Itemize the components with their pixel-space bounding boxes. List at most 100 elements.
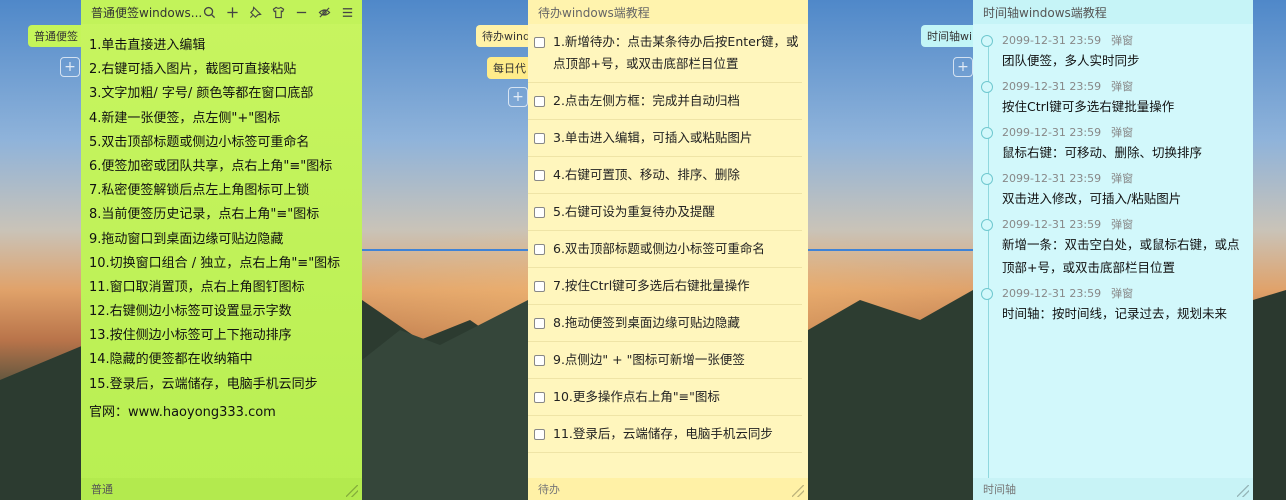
note-line: 1.单击直接进入编辑 bbox=[89, 38, 206, 53]
todo-item[interactable]: 8.拖动便签到桌面边缘可贴边隐藏 bbox=[528, 305, 802, 342]
entry-tag: 弹窗 bbox=[1111, 126, 1134, 139]
todo-text[interactable]: 2.点击左侧方框：完成并自动归档 bbox=[545, 83, 740, 119]
add-note-icon[interactable]: + bbox=[60, 57, 80, 77]
todo-text[interactable]: 8.拖动便签到桌面边缘可贴边隐藏 bbox=[545, 305, 740, 341]
timeline-entry[interactable]: 2099-12-31 23:59 弹窗 按住Ctrl键可多选右键批量操作 bbox=[981, 78, 1243, 118]
timeline-entry[interactable]: 2099-12-31 23:59 弹窗 双击进入修改，可插入/粘贴图片 bbox=[981, 170, 1243, 210]
add-note-icon[interactable]: + bbox=[953, 57, 973, 77]
entry-text[interactable]: 双击进入修改，可插入/粘贴图片 bbox=[1002, 187, 1243, 210]
todo-checkbox[interactable] bbox=[534, 37, 545, 48]
todo-text[interactable]: 10.更多操作点右上角"≡"图标 bbox=[545, 379, 720, 415]
menu-icon[interactable] bbox=[340, 5, 354, 19]
normal-note-content[interactable]: 1.单击直接进入编辑 2.右键可插入图片，截图可直接粘贴 3.文字加粗/ 字号/… bbox=[81, 24, 362, 425]
note-line: 10.切换窗口组合 / 独立，点右上角"≡"图标 bbox=[89, 255, 341, 271]
timeline-footer[interactable]: 时间轴 bbox=[973, 478, 1253, 500]
entry-text[interactable]: 按住Ctrl键可多选右键批量操作 bbox=[1002, 95, 1243, 118]
timeline-dot-icon bbox=[981, 35, 993, 47]
shirt-icon[interactable] bbox=[271, 5, 285, 19]
todo-checkbox[interactable] bbox=[534, 392, 545, 403]
timeline-dot-icon bbox=[981, 173, 993, 185]
entry-time: 2099-12-31 23:59 bbox=[1002, 126, 1102, 139]
todo-checkbox[interactable] bbox=[534, 96, 545, 107]
todo-footer[interactable]: 待办 bbox=[528, 478, 808, 500]
todo-checkbox[interactable] bbox=[534, 170, 545, 181]
entry-time: 2099-12-31 23:59 bbox=[1002, 80, 1102, 93]
search-icon[interactable] bbox=[202, 5, 216, 19]
todo-text[interactable]: 3.单击进入编辑，可插入或粘贴图片 bbox=[545, 120, 752, 156]
todo-item[interactable]: 4.右键可置顶、移动、排序、删除 bbox=[528, 157, 802, 194]
note-line: 12.右键侧边小标签可设置显示字数 bbox=[89, 304, 292, 320]
todo-item[interactable]: 6.双击顶部标题或侧边小标签可重命名 bbox=[528, 231, 802, 268]
pin-icon[interactable] bbox=[248, 5, 262, 19]
timeline-window: 时间轴windows端教程 2099-12-31 23:59 弹窗 团队便签，多人… bbox=[973, 0, 1253, 500]
horizon-line bbox=[362, 249, 528, 251]
note-line: 8.当前便签历史记录，点右上角"≡"图标 bbox=[89, 207, 320, 223]
todo-item[interactable]: 3.单击进入编辑，可插入或粘贴图片 bbox=[528, 120, 802, 157]
todo-text[interactable]: 11.登录后，云端储存，电脑手机云同步 bbox=[545, 416, 773, 452]
footer-label: 待办 bbox=[538, 483, 560, 496]
entry-text[interactable]: 鼠标右键：可移动、删除、切换排序 bbox=[1002, 141, 1243, 164]
timeline-entry[interactable]: 2099-12-31 23:59 弹窗 新增一条：双击空白处，或鼠标右键，或点顶部… bbox=[981, 216, 1243, 279]
entry-tag: 弹窗 bbox=[1111, 218, 1134, 231]
todo-text[interactable]: 4.右键可置顶、移动、排序、删除 bbox=[545, 157, 740, 193]
todo-title[interactable]: 待办windows端教程 bbox=[538, 4, 800, 21]
entry-text[interactable]: 团队便签，多人实时同步 bbox=[1002, 49, 1243, 72]
normal-note-window: 普通便签windows... 1.单击直接进入编辑 2.右键可插入图片，截图可直… bbox=[81, 0, 362, 500]
todo-item[interactable]: 5.右键可设为重复待办及提醒 bbox=[528, 194, 802, 231]
normal-note-footer[interactable]: 普通 bbox=[81, 478, 362, 500]
note-line: 13.按住侧边小标签可上下拖动排序 bbox=[89, 328, 292, 344]
resize-grip-icon[interactable] bbox=[1237, 485, 1249, 497]
todo-checkbox[interactable] bbox=[534, 318, 545, 329]
add-note-icon[interactable]: + bbox=[508, 87, 528, 107]
minimize-icon[interactable] bbox=[294, 5, 308, 19]
todo-item[interactable]: 7.按住Ctrl键可多选后右键批量操作 bbox=[528, 268, 802, 305]
website-link[interactable]: 官网：www.haoyong333.com bbox=[89, 401, 362, 425]
todo-text[interactable]: 6.双击顶部标题或侧边小标签可重命名 bbox=[545, 231, 765, 267]
entry-tag: 弹窗 bbox=[1111, 34, 1134, 47]
todo-item[interactable]: 1.新增待办：点击某条待办后按Enter键，或点顶部+号，或双击底部栏目位置 bbox=[528, 24, 802, 83]
todo-text[interactable]: 7.按住Ctrl键可多选后右键批量操作 bbox=[545, 268, 750, 304]
side-tab-todo[interactable]: 待办wind bbox=[476, 25, 528, 47]
todo-checkbox[interactable] bbox=[534, 429, 545, 440]
note-line: 5.双击顶部标题或侧边小标签可重命名 bbox=[89, 134, 310, 150]
timeline-title[interactable]: 时间轴windows端教程 bbox=[983, 4, 1245, 21]
todo-checkbox[interactable] bbox=[534, 207, 545, 218]
note-line: 6.便签加密或团队共享，点右上角"≡"图标 bbox=[89, 158, 333, 174]
todo-text[interactable]: 5.右键可设为重复待办及提醒 bbox=[545, 194, 715, 230]
todo-text[interactable]: 9.点侧边" + "图标可新增一张便签 bbox=[545, 342, 745, 378]
todo-text[interactable]: 1.新增待办：点击某条待办后按Enter键，或点顶部+号，或双击底部栏目位置 bbox=[545, 24, 802, 82]
timeline-entry[interactable]: 2099-12-31 23:59 弹窗 鼠标右键：可移动、删除、切换排序 bbox=[981, 124, 1243, 164]
todo-checkbox[interactable] bbox=[534, 355, 545, 366]
entry-time: 2099-12-31 23:59 bbox=[1002, 172, 1102, 185]
plus-icon[interactable] bbox=[225, 5, 239, 19]
note-line: 14.隐藏的便签都在收纳箱中 bbox=[89, 352, 253, 368]
timeline-entry[interactable]: 2099-12-31 23:59 弹窗 团队便签，多人实时同步 bbox=[981, 32, 1243, 72]
todo-item[interactable]: 9.点侧边" + "图标可新增一张便签 bbox=[528, 342, 802, 379]
normal-note-title[interactable]: 普通便签windows... bbox=[91, 4, 202, 21]
todo-item[interactable]: 2.点击左侧方框：完成并自动归档 bbox=[528, 83, 802, 120]
timeline-entry[interactable]: 2099-12-31 23:59 弹窗 时间轴：按时间线，记录过去，规划未来 bbox=[981, 285, 1243, 325]
resize-grip-icon[interactable] bbox=[792, 485, 804, 497]
todo-item[interactable]: 11.登录后，云端储存，电脑手机云同步 bbox=[528, 416, 802, 453]
entry-tag: 弹窗 bbox=[1111, 80, 1134, 93]
timeline-dot-icon bbox=[981, 219, 993, 231]
side-tab-normal[interactable]: 普通便签 bbox=[28, 25, 82, 47]
todo-checkbox[interactable] bbox=[534, 244, 545, 255]
todo-checkbox[interactable] bbox=[534, 281, 545, 292]
note-line: 3.文字加粗/ 字号/ 颜色等都在窗口底部 bbox=[89, 86, 314, 102]
todo-header[interactable]: 待办windows端教程 bbox=[528, 0, 808, 24]
side-tab-daily[interactable]: 每日代 bbox=[487, 57, 528, 79]
note-line: 11.窗口取消置顶，点右上角图钉图标 bbox=[89, 279, 305, 295]
eye-off-icon[interactable] bbox=[317, 5, 331, 19]
resize-grip-icon[interactable] bbox=[346, 485, 358, 497]
note-line: 7.私密便签解锁后点左上角图标可上锁 bbox=[89, 183, 310, 199]
todo-checkbox[interactable] bbox=[534, 133, 545, 144]
side-tab-timeline[interactable]: 时间轴wind bbox=[921, 25, 973, 47]
entry-text[interactable]: 时间轴：按时间线，记录过去，规划未来 bbox=[1002, 302, 1243, 325]
todo-window: 待办windows端教程 1.新增待办：点击某条待办后按Enter键，或点顶部+… bbox=[528, 0, 808, 500]
todo-item[interactable]: 10.更多操作点右上角"≡"图标 bbox=[528, 379, 802, 416]
timeline-header[interactable]: 时间轴windows端教程 bbox=[973, 0, 1253, 24]
timeline-dot-icon bbox=[981, 81, 993, 93]
normal-note-header[interactable]: 普通便签windows... bbox=[81, 0, 362, 24]
entry-text[interactable]: 新增一条：双击空白处，或鼠标右键，或点顶部+号，或双击底部栏目位置 bbox=[1002, 233, 1243, 279]
